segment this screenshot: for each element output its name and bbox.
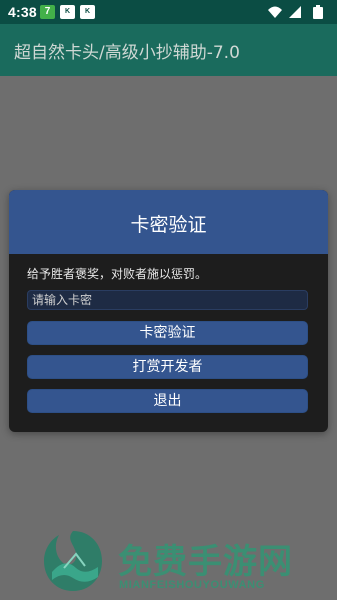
status-time: 4:38 (8, 4, 37, 20)
status-bar: 4:38 7 K K (0, 0, 337, 24)
card-key-dialog: 卡密验证 给予胜者褒奖，对败者施以惩罚。 卡密验证 打赏开发者 退出 (9, 190, 328, 432)
exit-button[interactable]: 退出 (27, 389, 308, 413)
watermark-logo-icon (44, 531, 102, 591)
app-k-icon: K (80, 5, 95, 19)
battery-icon (313, 5, 323, 19)
app-7-icon: 7 (40, 5, 55, 19)
watermark-subtitle: MIANFEISHOUYOUWANG (119, 579, 265, 591)
app-k-icon: K (60, 5, 75, 19)
app-bar: 超自然卡头/高级小抄辅助-7.0 (0, 24, 337, 76)
app-title: 超自然卡头/高级小抄辅助-7.0 (14, 43, 240, 63)
watermark-title: 免费手游网 (118, 542, 293, 582)
watermark: 免费手游网 MIANFEISHOUYOUWANG (0, 520, 337, 600)
dialog-title: 卡密验证 (130, 214, 207, 236)
dialog-message: 给予胜者褒奖，对败者施以惩罚。 (27, 267, 208, 281)
verify-key-button[interactable]: 卡密验证 (27, 321, 308, 345)
dialog-header: 卡密验证 (9, 190, 328, 254)
card-key-input[interactable] (27, 290, 308, 310)
tip-developer-button[interactable]: 打赏开发者 (27, 355, 308, 379)
signal-icon (289, 6, 301, 18)
wifi-icon (268, 6, 282, 18)
status-indicators (268, 5, 323, 19)
